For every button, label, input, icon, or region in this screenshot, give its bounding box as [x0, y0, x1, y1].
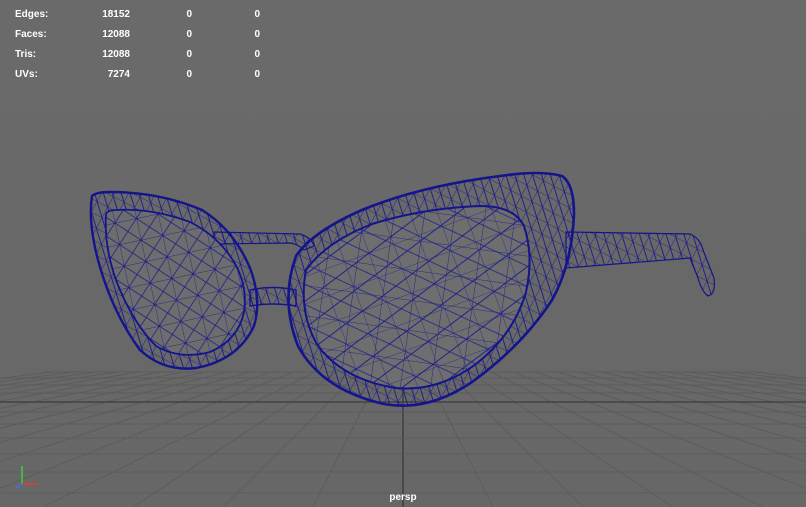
- hud-label: Faces:: [15, 28, 47, 40]
- hud-total: 18152: [102, 8, 130, 20]
- grid-line-depth: [222, 371, 360, 507]
- poly-count-hud: Edges: 18152 0 0 Faces: 12088 0 0 Tris: …: [15, 4, 260, 84]
- hud-component: 0: [254, 8, 260, 20]
- hud-selected: 0: [186, 28, 192, 40]
- grid-line-depth: [556, 371, 806, 444]
- hud-row-tris: Tris: 12088 0 0: [15, 44, 260, 64]
- hud-total: 12088: [102, 28, 130, 40]
- hud-component: 0: [254, 68, 260, 80]
- grid-line-depth: [446, 371, 584, 507]
- grid-line-depth: [600, 371, 806, 418]
- hud-selected: 0: [186, 8, 192, 20]
- grid-line-depth: [666, 371, 806, 396]
- hud-selected: 0: [186, 48, 192, 60]
- hud-total: 7274: [107, 68, 130, 80]
- hud-row-uvs: UVs: 7274 0 0: [15, 64, 260, 84]
- hud-row-edges: Edges: 18152 0 0: [15, 4, 260, 24]
- hud-component: 0: [254, 48, 260, 60]
- hud-label: UVs:: [15, 68, 38, 80]
- hud-row-faces: Faces: 12088 0 0: [15, 24, 260, 44]
- grid-line-depth: [132, 371, 338, 507]
- camera-name-label: persp: [389, 492, 417, 503]
- grid-line-depth: [754, 371, 806, 379]
- grid-line-depth: [468, 371, 674, 507]
- z-axis-line: [15, 483, 23, 489]
- hud-total: 12088: [102, 48, 130, 60]
- grid-line-depth: [534, 371, 806, 463]
- hud-component: 0: [254, 28, 260, 40]
- hud-selected: 0: [186, 68, 192, 80]
- hud-label: Edges:: [15, 8, 49, 20]
- right-temple-arm[interactable]: [565, 231, 715, 297]
- perspective-viewport[interactable]: Edges: 18152 0 0 Faces: 12088 0 0 Tris: …: [0, 0, 806, 507]
- axis-gizmo-icon: [15, 466, 38, 489]
- glasses-model[interactable]: [89, 171, 715, 407]
- grid-line-depth: [622, 371, 806, 409]
- hud-label: Tris:: [15, 48, 37, 60]
